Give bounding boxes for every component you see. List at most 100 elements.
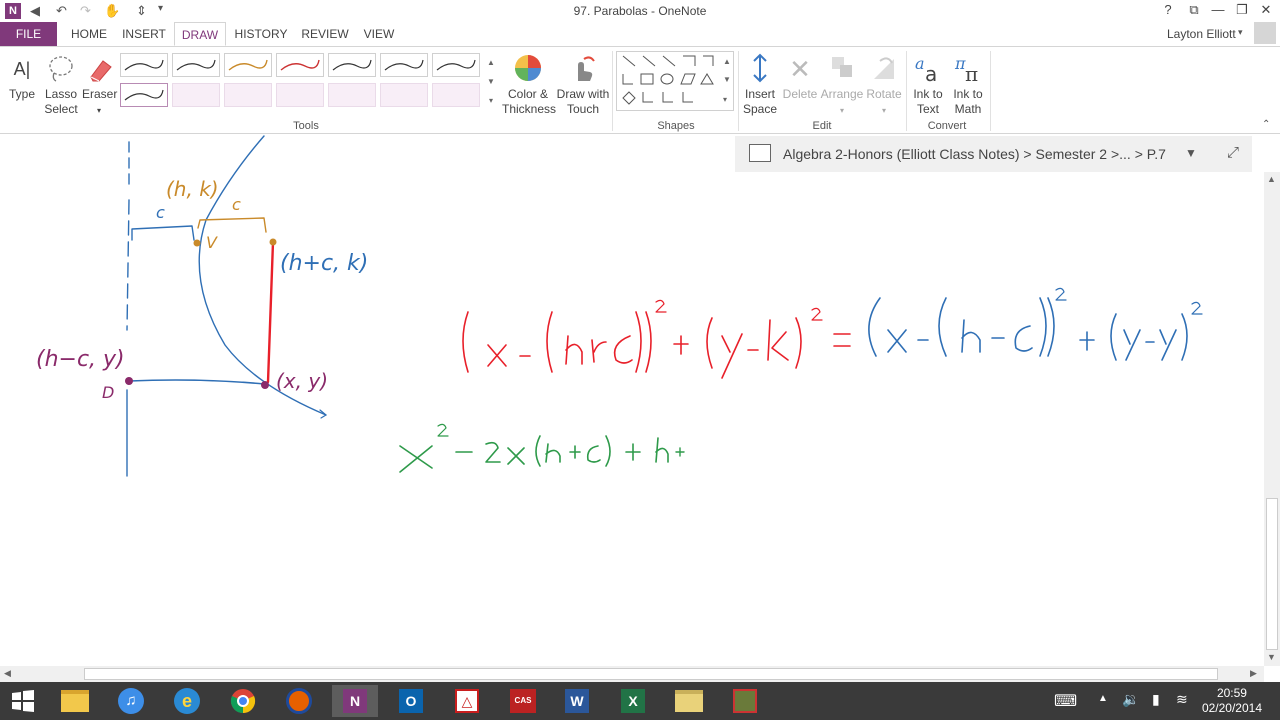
scroll-up-icon[interactable]: ▲ — [1267, 174, 1276, 184]
scroll-right-icon[interactable]: ▶ — [1250, 668, 1257, 679]
expand-icon[interactable]: ⤢ — [1227, 144, 1239, 161]
type-cursor-icon: A​| — [13, 59, 31, 79]
network-icon[interactable]: ≋ — [1176, 691, 1188, 708]
lasso-select-button[interactable]: Lasso Select — [42, 53, 80, 117]
title-bar: N ◀ ↶ ↷ ✋ ⇕ ▾ 97. Parabolas - OneNote ? … — [0, 0, 1280, 22]
pen-black-1[interactable] — [120, 53, 168, 77]
horizontal-scroll-thumb[interactable] — [84, 668, 1218, 680]
delete-x-icon: ✕ — [789, 54, 811, 84]
itunes-icon[interactable]: ♫ — [108, 685, 154, 717]
arrange-button[interactable]: Arrange ▾ — [820, 53, 864, 118]
arrange-chevron-down-icon: ▾ — [839, 106, 844, 115]
user-name[interactable]: Layton Elliott — [1167, 27, 1236, 41]
arrange-label: Arrange — [820, 87, 864, 101]
tab-view[interactable]: VIEW — [358, 22, 400, 46]
maximize-icon[interactable]: ❐ — [1230, 2, 1254, 20]
color-label-2: Thickness — [502, 102, 557, 116]
pen-orange[interactable] — [224, 53, 272, 77]
scroll-down-icon[interactable]: ▼ — [1267, 652, 1276, 662]
file-explorer-icon[interactable] — [52, 685, 98, 717]
ribbon: A​| Type Lasso Select Eraser ▾ ▲ ▼ ▾ Color… — [0, 46, 1280, 134]
close-icon[interactable]: ✕ — [1254, 2, 1278, 20]
pen-stroke-icon — [436, 59, 476, 71]
user-menu-chevron-icon[interactable]: ▾ — [1238, 27, 1243, 38]
excel-icon[interactable]: X — [610, 685, 656, 717]
volume-icon[interactable]: 🔉 — [1122, 691, 1139, 708]
touch-label-2: Touch — [566, 102, 600, 116]
rotate-button[interactable]: Rotate ▾ — [864, 53, 904, 118]
horizontal-scrollbar[interactable]: ◀ ▶ — [0, 666, 1264, 682]
pen-gallery: ▲ ▼ ▾ — [118, 51, 500, 113]
insert-space-button[interactable]: Insert Space — [740, 53, 780, 117]
folder-icon[interactable] — [666, 685, 712, 717]
scroll-left-icon[interactable]: ◀ — [4, 668, 11, 679]
shapes-gallery[interactable]: ▲ ▼ ▾ — [616, 51, 734, 111]
color-label-1: Color & — [507, 87, 548, 101]
avatar[interactable] — [1254, 22, 1276, 44]
adobe-reader-icon[interactable]: △ — [444, 685, 490, 717]
battery-icon[interactable]: ▮ — [1152, 691, 1160, 708]
tab-draw[interactable]: DRAW — [174, 22, 226, 46]
ink-to-math-button[interactable]: ππ Ink to Math — [948, 53, 988, 117]
keyboard-icon[interactable]: ⌨ — [1054, 691, 1077, 711]
svg-text:(x, y): (x, y) — [276, 369, 328, 393]
color-thickness-button[interactable]: Color & Thickness — [502, 53, 557, 117]
vertical-scroll-thumb[interactable] — [1266, 498, 1278, 650]
vertical-scrollbar[interactable]: ▲ ▼ — [1264, 172, 1280, 666]
ink-to-text-button[interactable]: aa Ink to Text — [908, 53, 948, 117]
ink-to-math-icon: ππ — [954, 54, 978, 85]
type-button[interactable]: A​| Type — [6, 53, 38, 102]
internet-explorer-icon[interactable]: e — [164, 685, 210, 717]
pen-black-3[interactable] — [328, 53, 376, 77]
svg-text:(h−c, y): (h−c, y) — [36, 347, 125, 372]
tab-review[interactable]: REVIEW — [298, 22, 352, 46]
svg-text:▾: ▾ — [723, 95, 727, 104]
chevron-down-icon[interactable]: ▼ — [1185, 146, 1197, 160]
gallery-scroll[interactable]: ▲ ▼ ▾ — [484, 53, 498, 111]
pen-selected[interactable] — [120, 83, 168, 107]
pen-stroke-icon — [124, 59, 164, 71]
eraser-button[interactable]: Eraser ▾ — [82, 53, 117, 118]
chrome-icon[interactable] — [220, 685, 266, 717]
start-button[interactable] — [0, 685, 46, 717]
cas-calculator-icon[interactable]: CAS — [500, 685, 546, 717]
page-canvas[interactable]: (h, k) c c V (h+c, k) (h−c, y) D (x, y) — [0, 134, 1264, 666]
ink-to-math-label-1: Ink to — [953, 87, 983, 101]
ink-drawing: (h, k) c c V (h+c, k) (h−c, y) D (x, y) — [36, 135, 1203, 477]
draw-with-touch-button[interactable]: Draw with Touch — [554, 53, 612, 117]
notebook-path-bar[interactable]: Algebra 2-Honors (Elliott Class Notes) >… — [735, 136, 1252, 172]
firefox-icon[interactable] — [276, 685, 322, 717]
help-icon[interactable]: ? — [1156, 2, 1180, 20]
collapse-ribbon-icon[interactable]: ⌃ — [1262, 119, 1270, 130]
tab-history[interactable]: HISTORY — [230, 22, 292, 46]
tab-insert[interactable]: INSERT — [118, 22, 170, 46]
minimize-icon[interactable]: — — [1206, 2, 1230, 20]
lasso-icon — [49, 56, 73, 82]
app-icon[interactable] — [722, 685, 768, 717]
pen-red[interactable] — [276, 53, 324, 77]
tab-home[interactable]: HOME — [64, 22, 114, 46]
pen-slot-empty[interactable] — [224, 83, 272, 107]
delete-button[interactable]: ✕ Delete — [780, 53, 820, 102]
pen-slot-empty[interactable] — [380, 83, 428, 107]
onenote-taskbar-icon[interactable]: N — [332, 685, 378, 717]
ink-to-text-label-1: Ink to — [913, 87, 943, 101]
insert-space-label-2: Space — [742, 102, 778, 116]
pen-black-5[interactable] — [432, 53, 480, 77]
pen-slot-empty[interactable] — [328, 83, 376, 107]
notebook-path[interactable]: Algebra 2-Honors (Elliott Class Notes) >… — [783, 146, 1166, 162]
pen-slot-empty[interactable] — [276, 83, 324, 107]
restore-icon[interactable]: ⧉ — [1182, 2, 1206, 20]
outlook-icon[interactable]: O — [388, 685, 434, 717]
pen-black-4[interactable] — [380, 53, 428, 77]
system-clock[interactable]: 20:59 02/20/2014 — [1202, 686, 1262, 716]
word-icon[interactable]: W — [554, 685, 600, 717]
window-title: 97. Parabolas - OneNote — [573, 4, 707, 18]
arrange-icon — [832, 57, 852, 77]
pen-black-2[interactable] — [172, 53, 220, 77]
show-hidden-icons-icon[interactable]: ▲ — [1098, 693, 1108, 704]
tab-file[interactable]: FILE — [0, 22, 57, 46]
pen-slot-empty[interactable] — [432, 83, 480, 107]
pen-slot-empty[interactable] — [172, 83, 220, 107]
svg-text:c: c — [156, 203, 165, 222]
